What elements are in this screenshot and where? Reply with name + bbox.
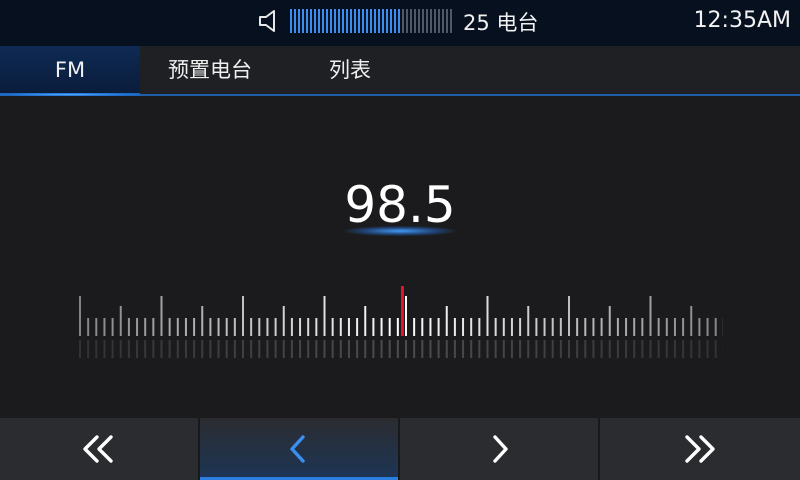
frequency-glow — [345, 226, 455, 236]
volume-tick — [350, 9, 352, 33]
chevron-left-icon — [290, 435, 305, 463]
volume-tick — [386, 9, 388, 33]
volume-tick — [374, 9, 376, 33]
volume-tick — [290, 9, 292, 33]
volume-tick — [446, 9, 448, 33]
volume-tick — [338, 9, 340, 33]
seek-back-button[interactable] — [0, 418, 198, 480]
volume-tick — [362, 9, 364, 33]
control-bar — [0, 418, 800, 480]
tuner-panel — [0, 96, 800, 418]
volume-tick — [422, 9, 424, 33]
double-chevron-right-icon — [685, 435, 715, 463]
tab-presets[interactable]: 预置电台 — [140, 46, 280, 94]
volume-tick — [430, 9, 432, 33]
volume-tick — [302, 9, 304, 33]
volume-tick — [418, 9, 420, 33]
tuning-scale[interactable] — [78, 280, 723, 360]
volume-tick — [406, 9, 408, 33]
volume-tick — [298, 9, 300, 33]
volume-tick — [330, 9, 332, 33]
volume-tick — [366, 9, 368, 33]
volume-tick — [414, 9, 416, 33]
volume-tick — [378, 9, 380, 33]
volume-tick — [322, 9, 324, 33]
chevron-right-icon — [493, 435, 508, 463]
status-bar: 25 电台 12:35AM — [0, 0, 800, 46]
volume-tick — [438, 9, 440, 33]
volume-tick — [346, 9, 348, 33]
tab-list[interactable]: 列表 — [280, 46, 420, 94]
step-forward-button[interactable] — [400, 418, 598, 480]
speaker-icon[interactable] — [258, 8, 284, 34]
volume-tick — [450, 9, 452, 33]
station-count: 25 电台 — [463, 11, 539, 35]
double-chevron-left-icon — [83, 435, 113, 463]
volume-tick — [294, 9, 296, 33]
volume-tick — [334, 9, 336, 33]
volume-tick — [402, 9, 404, 33]
volume-tick — [442, 9, 444, 33]
volume-tick — [398, 9, 400, 33]
tab-bar: FM 预置电台 列表 — [0, 46, 800, 96]
step-back-button[interactable] — [200, 418, 398, 480]
volume-tick — [382, 9, 384, 33]
volume-tick — [434, 9, 436, 33]
volume-tick — [310, 9, 312, 33]
volume-tick — [342, 9, 344, 33]
volume-tick — [314, 9, 316, 33]
volume-tick — [318, 9, 320, 33]
volume-tick — [394, 9, 396, 33]
tab-fm[interactable]: FM — [0, 46, 140, 96]
volume-tick — [306, 9, 308, 33]
volume-tick — [354, 9, 356, 33]
volume-tick — [358, 9, 360, 33]
volume-slider[interactable] — [290, 9, 455, 33]
volume-tick — [410, 9, 412, 33]
volume-tick — [390, 9, 392, 33]
volume-tick — [326, 9, 328, 33]
clock: 12:35AM — [693, 8, 791, 33]
seek-forward-button[interactable] — [600, 418, 798, 480]
volume-tick — [426, 9, 428, 33]
volume-tick — [370, 9, 372, 33]
